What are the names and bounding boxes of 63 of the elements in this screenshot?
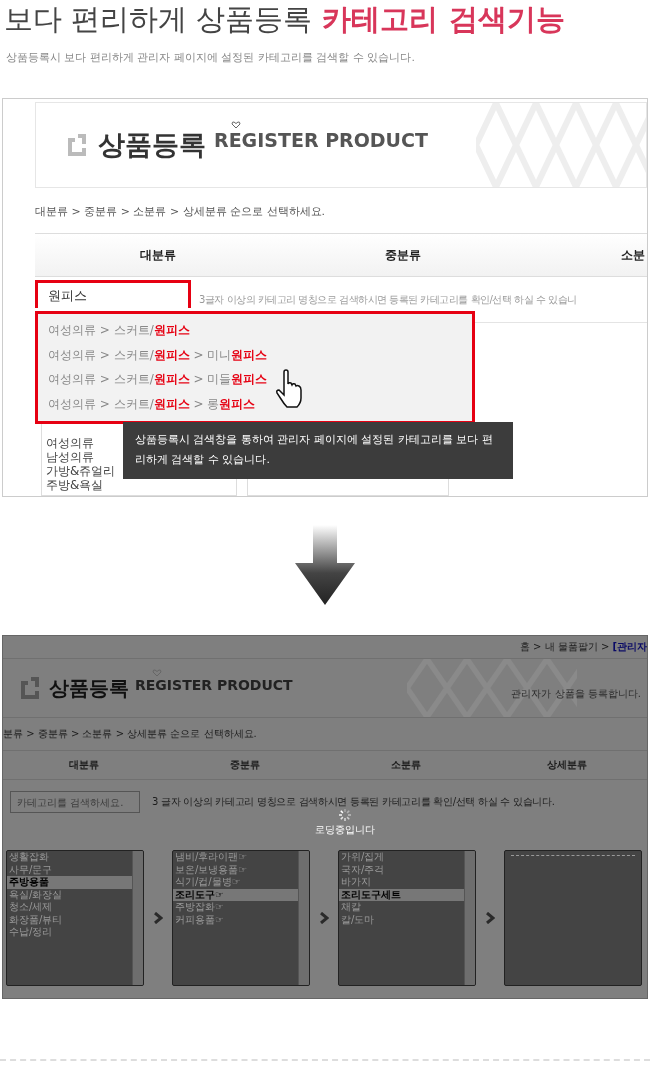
heart-icon [231, 121, 241, 129]
list-item[interactable]: 보온/보냉용품☞ [173, 863, 298, 876]
loading-label: 로딩중입니다 [315, 823, 375, 837]
chevron-right-icon [153, 912, 163, 924]
list-item[interactable]: 화장품/뷰티 [7, 913, 132, 926]
list-item[interactable]: 사무/문구 [7, 863, 132, 876]
list-item[interactable]: 수납/정리 [7, 926, 132, 939]
column-header: 중분류 [228, 758, 261, 772]
top-breadcrumb: 홈 > 내 물품팔기 > [519, 640, 610, 654]
scrollbar[interactable] [464, 851, 475, 985]
list-item[interactable]: 냄비/후라이팬☞ [173, 851, 298, 864]
list-item[interactable]: 주방용품 [7, 876, 132, 889]
search-field[interactable]: 원피스 [35, 280, 191, 308]
headline-highlight: 카테고리 검색기능 [322, 1, 565, 38]
suggestion-item[interactable]: 여성의류 > 스커트/원피스 > 롱원피스 [48, 396, 462, 414]
list-item[interactable]: 주방&욕실 [46, 478, 236, 492]
list-item[interactable]: 주방잡화☞ [173, 901, 298, 914]
column-header: 소분류 [389, 758, 422, 772]
list-item[interactable]: 채칼 [339, 901, 464, 914]
column-header: 대분류 [138, 246, 177, 264]
column-header: 대분류 [67, 758, 100, 772]
list-item[interactable]: 조리도구☞ [173, 888, 298, 901]
search-field[interactable]: 카테고리를 검색하세요. [10, 791, 140, 813]
scrollbar[interactable] [298, 851, 309, 985]
list-item[interactable]: 국자/주걱 [339, 863, 464, 876]
scrollbar[interactable] [132, 851, 143, 985]
list-item[interactable]: 가위/집게 [339, 851, 464, 864]
chevron-right-icon [319, 912, 329, 924]
list-item[interactable]: 조리도구세트 [339, 888, 464, 901]
list-item[interactable]: 커피용품☞ [173, 913, 298, 926]
suggestion-item[interactable]: 여성의류 > 스커트/원피스 [48, 321, 462, 339]
hand-cursor-icon [275, 369, 305, 409]
list-item[interactable]: 식기/컵/물병☞ [173, 876, 298, 889]
brand-title: 상품등록 [98, 128, 206, 162]
tooltip: 상품등록시 검색창을 통하여 관리자 페이지에 설정된 카테고리를 보다 편리하게 검색할 수 있습니다. [123, 422, 513, 479]
instruction: 대분류 > 중분류 > 소분류 > 상세분류 순으로 선택하세요. [35, 204, 327, 220]
admin-link[interactable]: [관리자 [612, 640, 647, 654]
list-item[interactable]: 칼/도마 [339, 913, 464, 926]
brand-subtitle: REGISTER PRODUCT [135, 677, 293, 693]
category-list[interactable]: 냄비/후라이팬☞ 보온/보냉용품☞ 식기/컵/물병☞ 조리도구☞ 주방잡화☞ 커피용품☞ [172, 850, 310, 986]
headline: 보다 편리하게 상품등록 [4, 1, 313, 38]
brand-note: 관리자가 상품을 등록합니다. [511, 687, 641, 701]
list-item[interactable]: 욕실/화장실 [7, 888, 132, 901]
list-item[interactable]: 청소/세제 [7, 901, 132, 914]
list-item[interactable]: 바가지 [339, 876, 464, 889]
search-hint: 3 글자 이상의 카테고리 명칭으로 검색하시면 등록된 카테고리를 확인/선택 하실 수 있습니다. [152, 795, 555, 809]
category-list[interactable] [504, 850, 642, 986]
category-list[interactable]: 가위/집게 국자/주걱 바가지 조리도구세트 채칼 칼/도마 [338, 850, 476, 986]
instruction: 분류 > 중분류 > 소분류 > 상세분류 순으로 선택하세요. [3, 727, 257, 741]
brand-title: 상품등록 [49, 674, 129, 702]
column-header: 중분류 [383, 246, 422, 264]
loading-spinner-icon [338, 808, 352, 822]
column-header: 상세분류 [545, 758, 588, 772]
subtitle: 상품등록시 보다 편리하게 관리자 페이지에 설정된 카테고리를 검색할 수 있습니다. [5, 50, 416, 66]
search-hint: 3글자 이상의 카테고리 명칭으로 검색하시면 등록된 카테고리를 확인/선택 하실 수 있습니 [199, 292, 577, 307]
list-item[interactable]: 생활잡화 [7, 851, 132, 864]
suggestion-item[interactable]: 여성의류 > 스커트/원피스 > 미니원피스 [48, 346, 462, 364]
suggestion-item[interactable]: 여성의류 > 스커트/원피스 > 미들원피스 [48, 371, 462, 389]
heart-icon [152, 669, 162, 677]
column-header: 소분 [620, 246, 646, 264]
chevron-right-icon [485, 912, 495, 924]
category-list[interactable]: 생활잡화 사무/문구 주방용품 욕실/화장실 청소/세제 화장품/뷰티 수납/정리 [6, 850, 144, 986]
brand-subtitle: REGISTER PRODUCT [214, 129, 428, 151]
